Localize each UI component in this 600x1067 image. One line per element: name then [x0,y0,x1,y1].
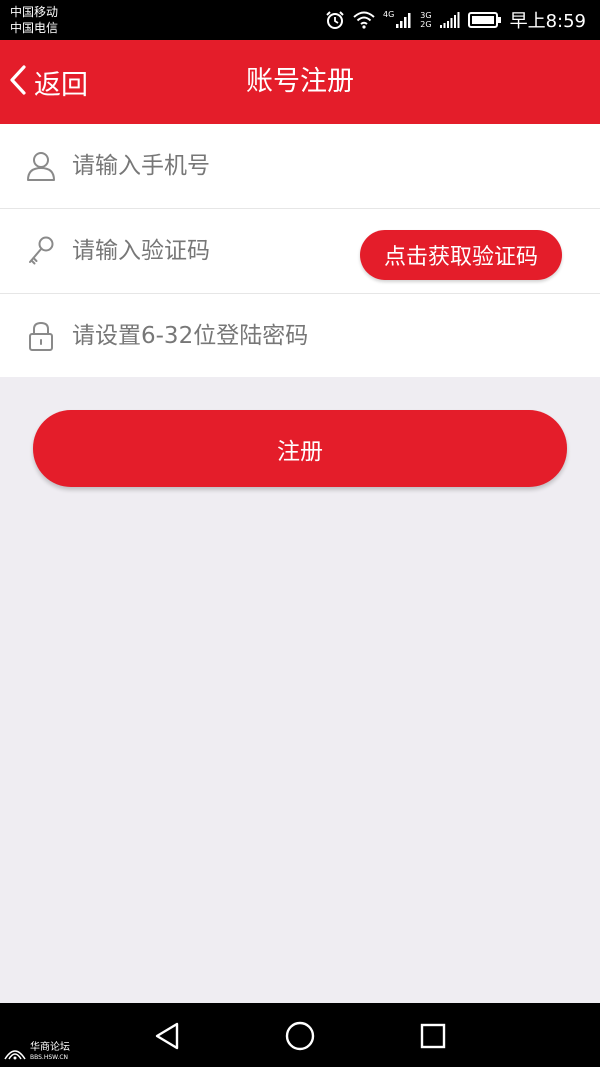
register-form: 点击获取验证码 [0,124,600,377]
network-badge: 4G [382,10,395,19]
carrier-1: 中国移动 [10,5,59,19]
phone-input[interactable] [72,153,352,179]
nav-home-button[interactable] [283,1019,317,1053]
key-icon [26,235,56,267]
watermark-url: BBS.HSW.CN [30,1054,68,1061]
dual-network: 3G 2G [420,11,431,29]
register-button[interactable]: 注册 [33,410,567,487]
phone-row [0,124,600,209]
status-bar: 中国移动 中国电信 4G 3G 2G 早上8:59 [0,0,600,40]
battery-icon [467,12,502,28]
user-icon [26,150,56,182]
navigation-bar: 华商论坛 BBS.HSW.CN [0,1003,600,1067]
get-code-button[interactable]: 点击获取验证码 [360,230,562,280]
password-input[interactable] [72,323,352,349]
watermark-logo [4,1050,26,1060]
lock-icon [26,320,56,352]
nav-recent-button[interactable] [416,1019,450,1053]
watermark: 华商论坛 BBS.HSW.CN [4,1043,70,1063]
watermark-text: 华商论坛 BBS.HSW.CN [30,1043,70,1063]
chevron-left-icon [8,64,28,100]
triangle-back-icon [155,1022,179,1050]
circle-home-icon [285,1021,315,1051]
status-icons: 4G 3G 2G 早上8:59 [325,0,586,40]
network-bottom: 2G [420,20,432,29]
alarm-icon [325,10,345,30]
carrier-info: 中国移动 中国电信 [10,4,58,36]
back-label: 返回 [34,69,88,101]
nav-back-button[interactable] [150,1019,184,1053]
app-header: 返回 账号注册 [0,40,600,124]
code-input[interactable] [72,238,352,264]
status-time: 早上8:59 [509,11,586,32]
page-title: 账号注册 [246,66,354,97]
watermark-name: 华商论坛 [30,1042,70,1053]
signal-icon-1 [396,12,412,28]
back-button[interactable]: 返回 [8,40,88,124]
carrier-2: 中国电信 [10,21,59,35]
signal-icon-2 [439,12,460,28]
password-row [0,294,600,378]
network-top: 3G [420,11,432,20]
square-recent-icon [420,1023,446,1049]
code-row: 点击获取验证码 [0,209,600,294]
wifi-icon [353,11,375,29]
